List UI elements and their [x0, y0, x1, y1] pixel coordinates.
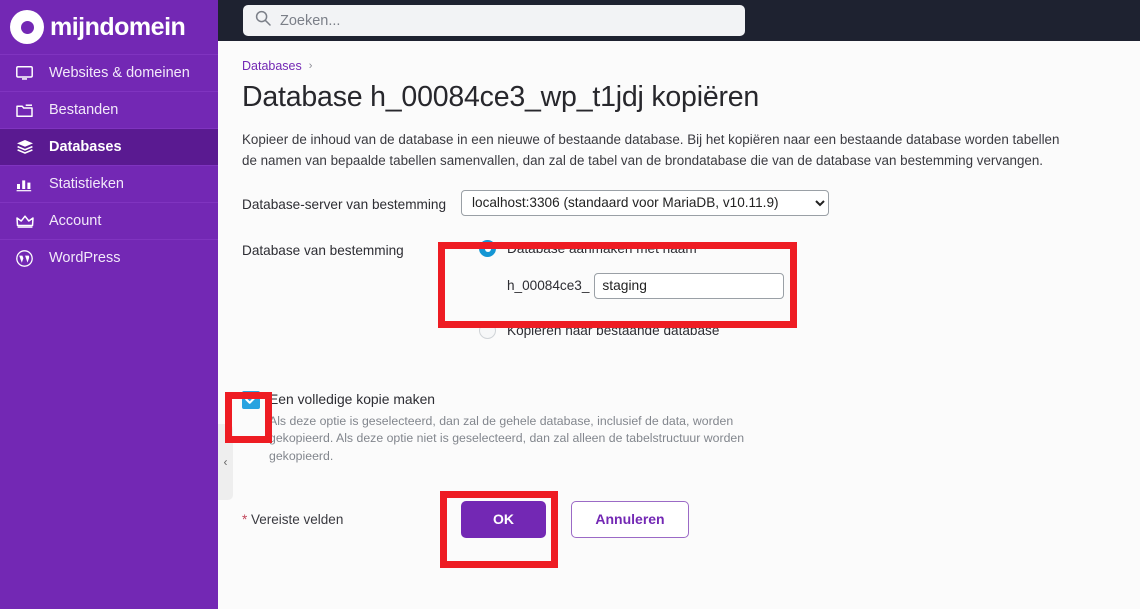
search-icon — [255, 10, 271, 31]
sidebar-collapse-handle[interactable]: ‹ — [218, 424, 233, 500]
folder-icon — [16, 101, 38, 119]
sidebar-item-account[interactable]: Account — [0, 202, 218, 239]
description-line-1: Kopieer de inhoud van de database in een… — [242, 132, 1060, 147]
required-text: Vereiste velden — [247, 511, 344, 527]
cancel-button[interactable]: Annuleren — [571, 500, 689, 538]
radio-create-database[interactable] — [479, 240, 496, 258]
database-name-row: h_00084ce3_ — [507, 272, 1140, 299]
ok-button[interactable]: OK — [461, 500, 546, 538]
chevron-left-icon: ‹ — [223, 455, 228, 469]
search-box[interactable] — [243, 5, 745, 36]
sidebar-item-wordpress[interactable]: WordPress — [0, 239, 218, 276]
brand-logo[interactable]: mijndomein — [0, 0, 218, 54]
sidebar-item-label: Websites & domeinen — [49, 65, 190, 81]
breadcrumb-separator-icon: › — [308, 60, 313, 72]
search-input[interactable] — [280, 12, 710, 29]
full-copy-block: Een volledige kopie maken Als deze optie… — [242, 390, 1140, 465]
brand-name: mijndomein — [50, 12, 186, 41]
radio-existing-database-label: Kopiëren naar bestaande database — [507, 323, 720, 339]
db-server-select[interactable]: localhost:3306 (standaard voor MariaDB, … — [461, 189, 829, 216]
wordpress-icon — [16, 249, 38, 267]
sidebar-item-websites-domeinen[interactable]: Websites & domeinen — [0, 54, 218, 91]
sidebar-item-label: WordPress — [49, 250, 121, 266]
sidebar-item-statistieken[interactable]: Statistieken — [0, 165, 218, 202]
sidebar-item-label: Bestanden — [49, 102, 119, 118]
sidebar: mijndomein Websites & domeinen Bestanden… — [0, 0, 218, 609]
sidebar-item-label: Databases — [49, 139, 122, 155]
database-name-input[interactable] — [594, 272, 785, 299]
sidebar-item-label: Account — [49, 213, 102, 229]
top-bar — [218, 0, 1140, 41]
layers-icon — [16, 138, 38, 156]
full-copy-label: Een volledige kopie maken — [269, 390, 436, 407]
database-name-prefix: h_00084ce3_ — [507, 278, 590, 294]
description-line-2: de namen van bepaalde tabellen samenvall… — [242, 152, 1044, 168]
sidebar-item-databases[interactable]: Databases — [0, 128, 218, 165]
page-title: Database h_00084ce3_wp_t1jdj kopiëren — [242, 81, 760, 113]
radio-create-database-label: Database aanmaken met naam — [507, 241, 697, 257]
breadcrumb-item-databases[interactable]: Databases — [242, 59, 302, 73]
form-row-destination: Database van bestemming Database aanmake… — [242, 236, 1140, 344]
monitor-icon — [16, 64, 38, 82]
destination-label: Database van bestemming — [242, 242, 404, 258]
app-root: mijndomein Websites & domeinen Bestanden… — [0, 0, 1140, 609]
radio-existing-database[interactable] — [479, 322, 496, 340]
page-description: Kopieer de inhoud van de database in een… — [242, 130, 1140, 172]
main-content: Databases › Database h_00084ce3_wp_t1jdj… — [218, 41, 1140, 609]
breadcrumb: Databases › — [242, 59, 1140, 73]
form-footer: * Vereiste velden OK Annuleren — [242, 500, 1140, 538]
radio-option-create-database[interactable]: Database aanmaken met naam — [479, 236, 1140, 262]
db-server-label: Database-server van bestemming — [242, 196, 446, 212]
radio-option-existing-database[interactable]: Kopiëren naar bestaande database — [479, 318, 1140, 344]
sidebar-item-label: Statistieken — [49, 176, 124, 192]
form-row-db-server: Database-server van bestemming localhost… — [242, 189, 1140, 216]
full-copy-checkbox[interactable] — [242, 390, 260, 409]
full-copy-help-text: Als deze optie is geselecteerd, dan zal … — [269, 413, 745, 463]
bar-chart-icon — [16, 175, 38, 193]
required-fields-note: * Vereiste velden — [242, 512, 461, 527]
sidebar-item-bestanden[interactable]: Bestanden — [0, 91, 218, 128]
crown-icon — [16, 212, 38, 230]
logo-circle-icon — [10, 10, 44, 44]
